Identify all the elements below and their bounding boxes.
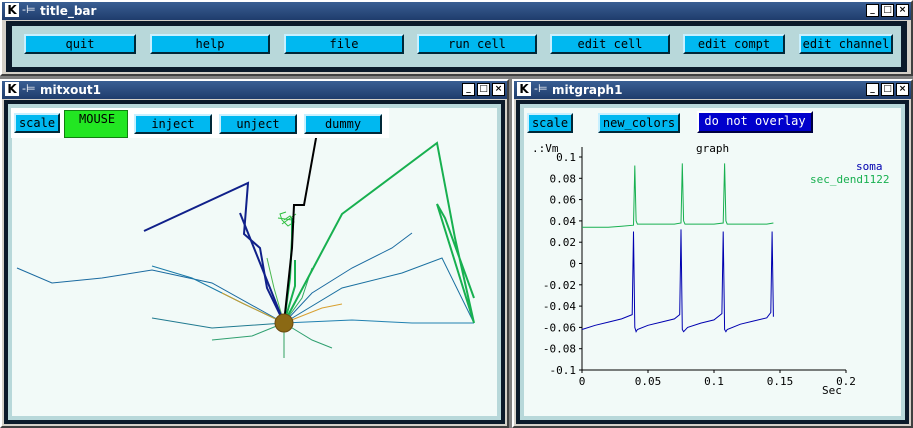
title-bar-window-titlebar[interactable]: K -⊨ title_bar _ □ × [2, 2, 911, 20]
electrode-soma [239, 212, 285, 324]
y-tick-label: -0.02 [543, 279, 576, 292]
series-line-1 [582, 163, 774, 228]
y-tick-label: 0.1 [556, 151, 576, 164]
vm-chart: .:Vm graph Sec soma sec_dend1122 0.10.08… [532, 142, 889, 397]
minimize-icon[interactable]: _ [866, 4, 879, 17]
mouse-indicator: MOUSE [64, 110, 128, 138]
draw-window-titlebar[interactable]: K -⊨ mitxout1 _ □ × [2, 81, 507, 99]
y-tick-label: -0.04 [543, 300, 576, 313]
series-line-0 [581, 229, 774, 333]
y-tick-label: 0.02 [550, 236, 577, 249]
minimize-icon[interactable]: _ [866, 83, 879, 96]
graph-window-titlebar[interactable]: K -⊨ mitgraph1 _ □ × [514, 81, 911, 99]
y-tick-label: -0.08 [543, 343, 576, 356]
edit-cell-button[interactable]: edit cell [550, 34, 670, 54]
k-app-icon[interactable]: K [5, 82, 19, 96]
maximize-icon[interactable]: □ [477, 83, 490, 96]
x-tick-label: 0.1 [704, 375, 724, 388]
y-tick-label: 0.04 [550, 215, 577, 228]
edit-compt-button[interactable]: edit compt [683, 34, 785, 54]
close-icon[interactable]: × [492, 83, 505, 96]
y-tick-label: 0.06 [550, 194, 577, 207]
window-title: mitgraph1 [552, 83, 623, 97]
x-tick-label: 0 [579, 375, 586, 388]
draw-window: K -⊨ mitxout1 _ □ × scale MOUSE inject u… [0, 79, 509, 428]
scale-button[interactable]: scale [14, 113, 60, 133]
electrode-soma [143, 181, 285, 324]
minimize-icon[interactable]: _ [462, 83, 475, 96]
chart-title: graph [696, 142, 729, 155]
window-title: title_bar [40, 4, 97, 18]
legend-soma: soma [856, 160, 883, 173]
window-title: mitxout1 [40, 83, 101, 97]
dummy-button[interactable]: dummy [304, 114, 382, 134]
graph-window: K -⊨ mitgraph1 _ □ × .:Vm graph Sec soma… [512, 79, 913, 428]
y-tick-label: -0.06 [543, 321, 576, 334]
dendrite-branch [16, 267, 285, 324]
file-button[interactable]: file [284, 34, 404, 54]
x-tick-label: 0.05 [635, 375, 662, 388]
pin-icon[interactable]: -⊨ [534, 82, 548, 95]
edit-channel-button[interactable]: edit channel [799, 34, 893, 54]
dendrite-branch [283, 319, 474, 324]
chart-ylabel: .:Vm [532, 142, 559, 155]
electrode-dend [283, 141, 475, 324]
title-bar-window: K -⊨ title_bar _ □ × quit help file run … [0, 0, 913, 76]
x-tick-label: 0.15 [767, 375, 794, 388]
quit-button[interactable]: quit [24, 34, 136, 54]
k-app-icon[interactable]: K [517, 82, 531, 96]
dendrite-branch [283, 232, 413, 324]
unject-button[interactable]: unject [219, 114, 297, 134]
do-not-overlay-button[interactable]: do not overlay [697, 111, 813, 133]
mouse-label: MOUSE [79, 112, 116, 126]
inject-button[interactable]: inject [134, 114, 212, 134]
soma-body [274, 313, 294, 333]
new-colors-button[interactable]: new_colors [598, 113, 680, 133]
maximize-icon[interactable]: □ [881, 4, 894, 17]
run-cell-button[interactable]: run cell [417, 34, 537, 54]
dendrite-branch [151, 317, 285, 329]
neuron-canvas[interactable] [12, 108, 497, 416]
pin-icon[interactable]: -⊨ [22, 82, 36, 95]
pin-icon[interactable]: -⊨ [22, 3, 36, 16]
close-icon[interactable]: × [896, 4, 909, 17]
y-tick-label: -0.1 [550, 364, 577, 377]
dendrite-branch [266, 257, 285, 324]
graph-scale-button[interactable]: scale [527, 113, 573, 133]
help-button[interactable]: help [150, 34, 270, 54]
x-tick-label: 0.2 [836, 375, 856, 388]
legend-dend: sec_dend1122 [810, 173, 889, 186]
graph-canvas[interactable]: .:Vm graph Sec soma sec_dend1122 0.1 0.08… [524, 108, 901, 416]
y-tick-label: 0.08 [550, 172, 577, 185]
maximize-icon[interactable]: □ [881, 83, 894, 96]
neuron-drawing [16, 115, 475, 358]
close-icon[interactable]: × [896, 83, 909, 96]
y-tick-label: 0 [569, 258, 576, 271]
k-app-icon[interactable]: K [5, 3, 19, 17]
